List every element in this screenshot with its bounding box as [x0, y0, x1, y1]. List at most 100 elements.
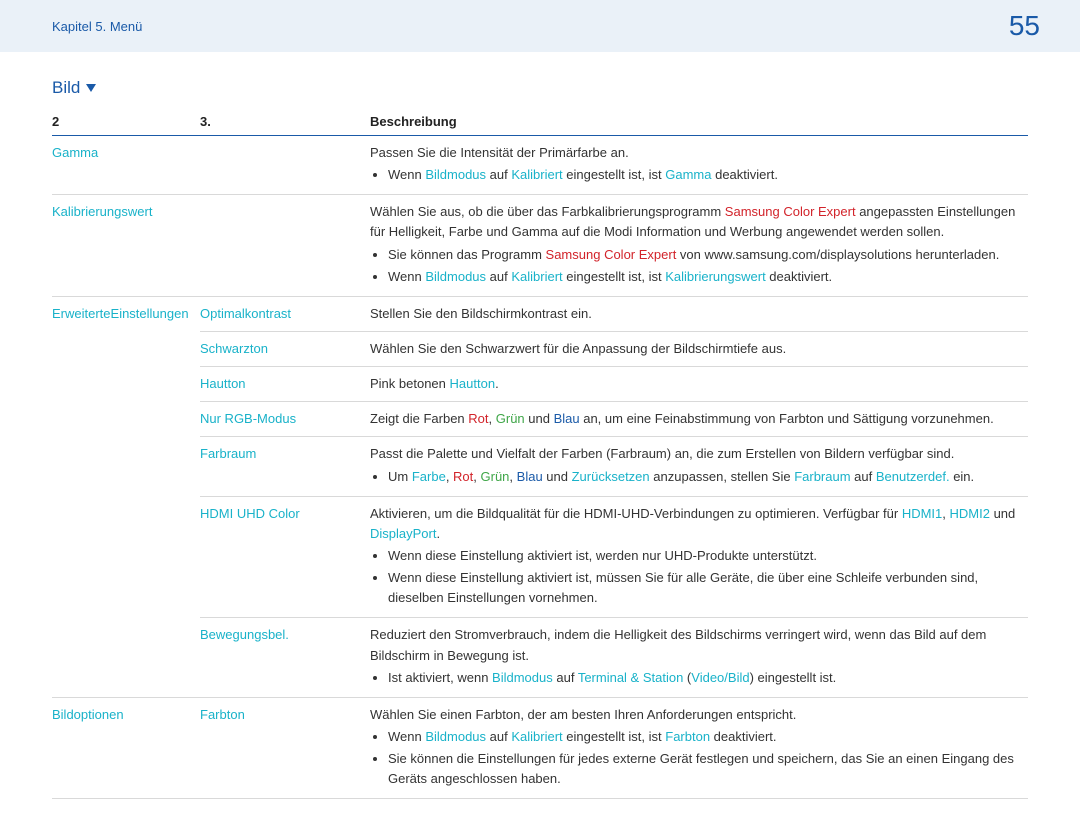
link-text: Farbton: [665, 729, 710, 744]
link-text: Video/Bild: [691, 670, 749, 685]
text: deaktiviert.: [711, 167, 777, 182]
text: Pink betonen: [370, 376, 450, 391]
col-header-2: 2: [52, 108, 200, 136]
text: anzupassen, stellen Sie: [650, 469, 795, 484]
text: ,: [446, 469, 453, 484]
bullet: Ist aktiviert, wenn Bildmodus auf Termin…: [388, 668, 1022, 688]
settings-table: 2 3. Beschreibung Gamma Passen Sie die I…: [52, 108, 1028, 799]
text: und: [990, 506, 1015, 521]
text: Blau: [554, 411, 580, 426]
link-text: Zurücksetzen: [572, 469, 650, 484]
text: auf: [486, 269, 511, 284]
cell-gamma: Gamma: [52, 136, 200, 195]
text: eingestellt ist, ist: [563, 167, 666, 182]
col-header-desc: Beschreibung: [370, 108, 1028, 136]
text: auf: [553, 670, 578, 685]
text: ,: [473, 469, 480, 484]
breadcrumb: Kapitel 5. Menü: [52, 19, 142, 34]
link-text: Kalibriert: [511, 729, 562, 744]
text: Aktivieren, um die Bildqualität für die …: [370, 506, 902, 521]
link-text: Samsung Color Expert: [725, 204, 856, 219]
cell-kalib: Kalibrierungswert: [52, 195, 200, 297]
text: Wählen Sie aus, ob die über das Farbkali…: [370, 204, 725, 219]
text: Rot: [453, 469, 473, 484]
table-row: Gamma Passen Sie die Intensität der Prim…: [52, 136, 1028, 195]
link-text: Kalibriert: [511, 167, 562, 182]
link-text: Gamma: [665, 167, 711, 182]
cell-bildopt: Bildoptionen: [52, 697, 200, 799]
bullet-list: Um Farbe, Rot, Grün, Blau und Zurücksetz…: [370, 467, 1022, 487]
bullet-list: Wenn diese Einstellung aktiviert ist, we…: [370, 546, 1022, 608]
link-text: Farbe: [412, 469, 446, 484]
text: und: [543, 469, 572, 484]
text: Wenn: [388, 729, 425, 744]
text: Grün: [481, 469, 510, 484]
link-text: Farbraum: [794, 469, 850, 484]
text: ,: [942, 506, 949, 521]
bullet: Wenn Bildmodus auf Kalibriert eingestell…: [388, 165, 1022, 185]
link-text: Bildmodus: [425, 167, 486, 182]
cell-desc: Zeigt die Farben Rot, Grün und Blau an, …: [370, 402, 1028, 437]
page-number: 55: [1009, 10, 1040, 42]
cell-desc: Passen Sie die Intensität der Primärfarb…: [370, 136, 1028, 195]
page-content: Bild 2 3. Beschreibung Gamma Passen Sie …: [0, 52, 1080, 839]
text: und: [525, 411, 554, 426]
text: deaktiviert.: [710, 729, 776, 744]
text: Rot: [468, 411, 488, 426]
page-header: Kapitel 5. Menü 55: [0, 0, 1080, 52]
text: Passen Sie die Intensität der Primärfarb…: [370, 145, 629, 160]
link-text: Samsung Color Expert: [546, 247, 677, 262]
text: Ist aktiviert, wenn: [388, 670, 492, 685]
cell-desc: Reduziert den Stromverbrauch, indem die …: [370, 618, 1028, 697]
bullet: Wenn diese Einstellung aktiviert ist, mü…: [388, 568, 1022, 608]
cell-empty: [200, 136, 370, 195]
bullet-list: Ist aktiviert, wenn Bildmodus auf Termin…: [370, 668, 1022, 688]
text: auf: [486, 167, 511, 182]
text: ,: [489, 411, 496, 426]
bullet-list: Sie können das Programm Samsung Color Ex…: [370, 245, 1022, 287]
cell-empty: [200, 195, 370, 297]
text: Reduziert den Stromverbrauch, indem die …: [370, 627, 986, 662]
text: Wählen Sie einen Farbton, der am besten …: [370, 707, 796, 722]
link-text: HDMI1: [902, 506, 942, 521]
bullet: Sie können das Programm Samsung Color Ex…: [388, 245, 1022, 265]
cell-desc: Wählen Sie einen Farbton, der am besten …: [370, 697, 1028, 799]
text: deaktiviert.: [766, 269, 832, 284]
link-text: Benutzerdef.: [876, 469, 950, 484]
cell-farbraum: Farbraum: [200, 437, 370, 496]
link-text: Bildmodus: [492, 670, 553, 685]
link-text: HDMI2: [950, 506, 990, 521]
bullet: Wenn Bildmodus auf Kalibriert eingestell…: [388, 267, 1022, 287]
bullet-list: Wenn Bildmodus auf Kalibriert eingestell…: [370, 727, 1022, 789]
table-row: Kalibrierungswert Wählen Sie aus, ob die…: [52, 195, 1028, 297]
table-row: Bildoptionen Farbton Wählen Sie einen Fa…: [52, 697, 1028, 799]
cell-rgb: Nur RGB-Modus: [200, 402, 370, 437]
cell-desc: Wählen Sie den Schwarzwert für die Anpas…: [370, 331, 1028, 366]
col-header-3: 3.: [200, 108, 370, 136]
link-text: Bildmodus: [425, 729, 486, 744]
section-title-text: Bild: [52, 78, 80, 98]
text: ) eingestellt ist.: [750, 670, 837, 685]
bullet-list: Wenn Bildmodus auf Kalibriert eingestell…: [370, 165, 1022, 185]
text: Grün: [496, 411, 525, 426]
bullet: Wenn Bildmodus auf Kalibriert eingestell…: [388, 727, 1022, 747]
cell-desc: Aktivieren, um die Bildqualität für die …: [370, 496, 1028, 618]
section-title: Bild: [52, 78, 1028, 98]
text: von www.samsung.com/displaysolutions her…: [676, 247, 999, 262]
triangle-down-icon: [86, 84, 96, 92]
cell-haut: Hautton: [200, 367, 370, 402]
cell-desc: Stellen Sie den Bildschirmkontrast ein.: [370, 296, 1028, 331]
text: ,: [509, 469, 516, 484]
text: an, um eine Feinabstimmung von Farbton u…: [580, 411, 994, 426]
link-text: Bildmodus: [425, 269, 486, 284]
link-text: Kalibrierungswert: [665, 269, 765, 284]
bullet: Wenn diese Einstellung aktiviert ist, we…: [388, 546, 1022, 566]
table-row: ErweiterteEinstellungen Optimalkontrast …: [52, 296, 1028, 331]
text: Passt die Palette und Vielfalt der Farbe…: [370, 446, 954, 461]
cell-erw: ErweiterteEinstellungen: [52, 296, 200, 697]
cell-optimal: Optimalkontrast: [200, 296, 370, 331]
bullet: Um Farbe, Rot, Grün, Blau und Zurücksetz…: [388, 467, 1022, 487]
text: eingestellt ist, ist: [563, 729, 666, 744]
link-text: Hautton: [450, 376, 496, 391]
text: ein.: [950, 469, 975, 484]
